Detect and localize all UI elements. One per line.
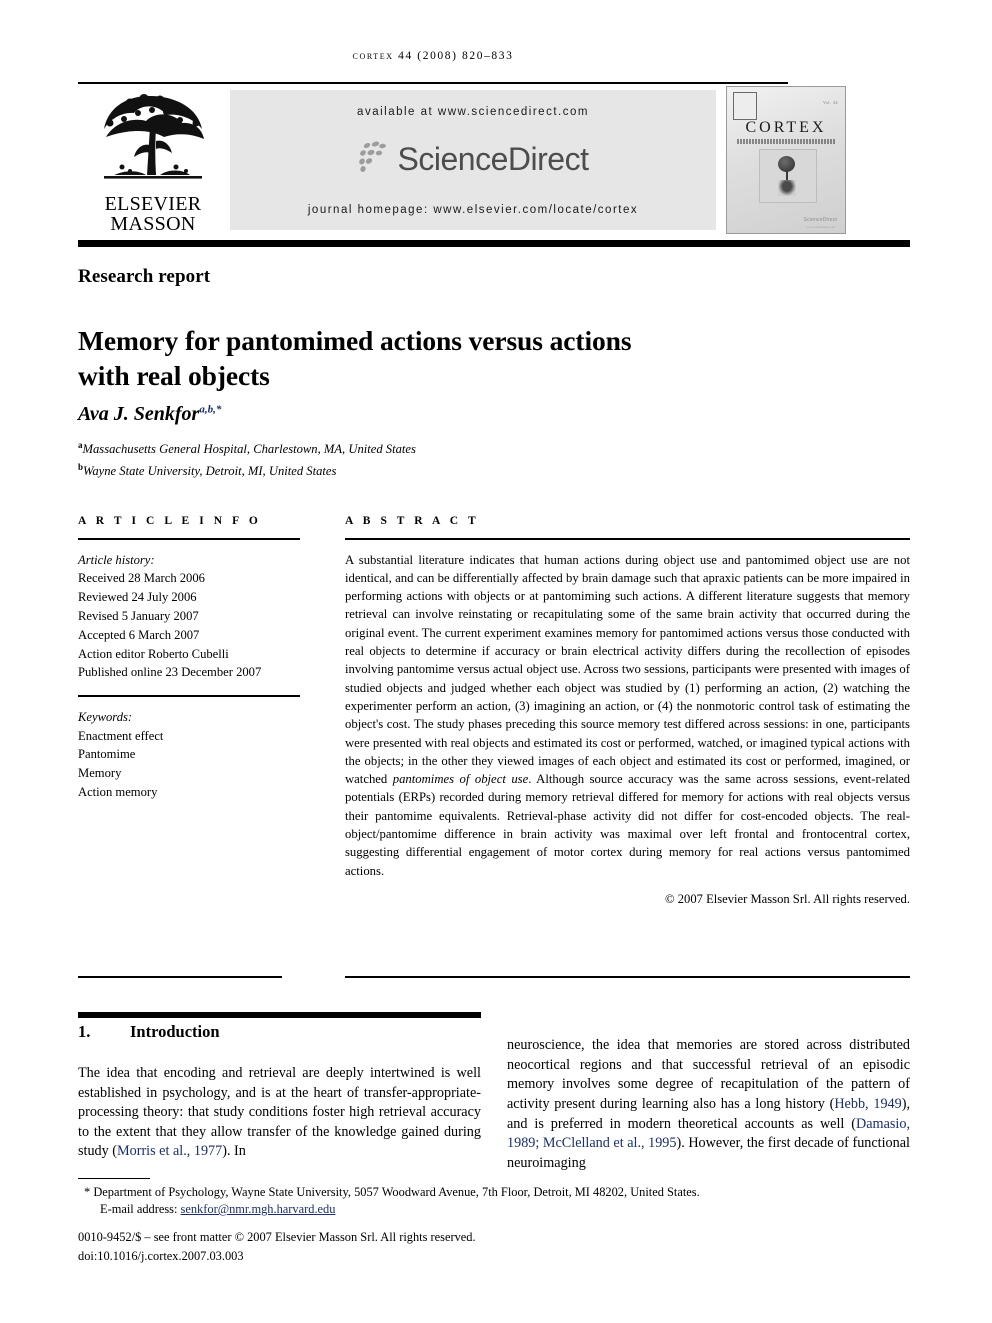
introduction-number: 1. bbox=[78, 1022, 91, 1041]
abstract-italic-phrase: pantomimes of object use bbox=[392, 772, 529, 787]
article-history-block: Article history: Received 28 March 2006 … bbox=[78, 551, 300, 683]
abstract-column: A B S T R A C T A substantial literature… bbox=[345, 515, 910, 907]
article-history-item: Published online 23 December 2007 bbox=[78, 665, 262, 680]
header-bottom-bar bbox=[78, 240, 910, 247]
corresponding-address-text: Department of Psychology, Wayne State Un… bbox=[93, 1185, 700, 1199]
body-column-right: neuroscience, the idea that memories are… bbox=[507, 1022, 910, 1188]
elsevier-tree-logo-icon bbox=[94, 89, 212, 193]
imprint-block: 0010-9452/$ – see front matter © 2007 El… bbox=[78, 1228, 476, 1266]
article-history-item: Reviewed 24 July 2006 bbox=[78, 590, 197, 605]
available-at-text: available at www.sciencedirect.com bbox=[357, 106, 589, 118]
introduction-heading: 1. Introduction bbox=[78, 1022, 481, 1042]
cover-journal-title: CORTEX bbox=[745, 119, 827, 136]
page-title: Memory for pantomimed actions versus act… bbox=[78, 325, 632, 392]
abstract-bottom-rule-left bbox=[78, 976, 282, 978]
article-info-column: A R T I C L E I N F O Article history: R… bbox=[78, 515, 300, 802]
journal-cover-thumbnail: Vol. 44 CORTEX ScienceDirect www.science… bbox=[726, 86, 846, 234]
citation-link[interactable]: Hebb, 1949 bbox=[834, 1096, 901, 1112]
corresponding-author-footnote: * Department of Psychology, Wayne State … bbox=[78, 1184, 910, 1218]
article-info-heading: A R T I C L E I N F O bbox=[78, 515, 262, 527]
abstract-rule bbox=[345, 538, 910, 540]
author-name-text: Ava J. Senkfor bbox=[78, 403, 200, 425]
cover-artwork-figure bbox=[778, 180, 796, 196]
article-history-item: Received 28 March 2006 bbox=[78, 571, 205, 586]
email-line: E-mail address: senkfor@nmr.mgh.harvard.… bbox=[78, 1201, 910, 1218]
journal-homepage-text: journal homepage: www.elsevier.com/locat… bbox=[307, 204, 639, 216]
sciencedirect-wordmark: ScienceDirect bbox=[397, 140, 589, 177]
sciencedirect-swoosh-icon bbox=[358, 140, 392, 179]
cover-elsevier-mark-icon bbox=[733, 92, 757, 120]
article-history-item: Action editor Roberto Cubelli bbox=[78, 646, 229, 661]
cover-artwork-knot bbox=[778, 156, 795, 172]
email-label: E-mail address: bbox=[100, 1202, 178, 1217]
cover-artwork bbox=[759, 149, 817, 203]
affiliation-item: bWayne State University, Detroit, MI, Un… bbox=[78, 459, 416, 481]
doi-line: doi:10.1016/j.cortex.2007.03.003 bbox=[78, 1249, 244, 1263]
introduction-paragraph-right: neuroscience, the idea that memories are… bbox=[507, 1036, 910, 1173]
article-info-rule bbox=[78, 538, 300, 540]
keyword-item: Pantomime bbox=[78, 747, 136, 762]
intro-left-part-2: ). In bbox=[222, 1143, 246, 1160]
elsevier-wordmark-line1: ELSEVIER bbox=[104, 193, 202, 215]
citation-link[interactable]: Morris et al., 1977 bbox=[117, 1143, 222, 1159]
abstract-part-2: . Although source accuracy was the same … bbox=[345, 772, 910, 878]
cover-sciencedirect-badge-sub: www.sciencedirect.com bbox=[806, 225, 835, 229]
email-link[interactable]: senkfor@nmr.mgh.harvard.edu bbox=[181, 1202, 336, 1216]
sciencedirect-logo: ScienceDirect bbox=[358, 140, 589, 179]
abstract-bottom-rule-right bbox=[345, 976, 910, 978]
article-history-label: Article history: bbox=[78, 552, 155, 567]
header-top-rule bbox=[78, 82, 788, 84]
journal-header: ELSEVIER MASSON available at www.science… bbox=[78, 86, 910, 234]
article-type-label: Research report bbox=[78, 266, 211, 287]
abstract-text: A substantial literature indicates that … bbox=[345, 551, 910, 880]
affiliation-text: Massachusetts General Hospital, Charlest… bbox=[82, 442, 416, 457]
footnote-rule bbox=[78, 1178, 150, 1180]
introduction-top-bar bbox=[78, 1012, 481, 1018]
elsevier-masson-logo: ELSEVIER MASSON bbox=[92, 88, 214, 234]
elsevier-wordmark-line2: MASSON bbox=[110, 213, 196, 235]
cover-tagline bbox=[737, 139, 835, 144]
keyword-item: Enactment effect bbox=[78, 728, 164, 743]
body-column-left: 1. Introduction The idea that encoding a… bbox=[78, 1022, 481, 1176]
author-affiliation-markers: a,b,* bbox=[199, 403, 222, 416]
affiliation-text: Wayne State University, Detroit, MI, Uni… bbox=[83, 463, 337, 478]
article-history-item: Accepted 6 March 2007 bbox=[78, 627, 200, 642]
issn-copyright-line: 0010-9452/$ – see front matter © 2007 El… bbox=[78, 1230, 476, 1244]
corresponding-marker: * bbox=[84, 1185, 91, 1199]
cover-issue-label: Vol. 44 bbox=[823, 100, 838, 105]
keyword-item: Action memory bbox=[78, 784, 158, 799]
abstract-part-1: A substantial literature indicates that … bbox=[345, 552, 910, 787]
abstract-copyright: © 2007 Elsevier Masson Srl. All rights r… bbox=[665, 891, 910, 906]
affiliation-item: aMassachusetts General Hospital, Charles… bbox=[78, 437, 416, 459]
corresponding-address-line: * Department of Psychology, Wayne State … bbox=[78, 1184, 910, 1201]
introduction-paragraph-left: The idea that encoding and retrieval are… bbox=[78, 1064, 481, 1162]
running-head: cortex 44 (2008) 820–833 bbox=[352, 50, 514, 62]
keyword-item: Memory bbox=[78, 766, 122, 781]
author-name: Ava J. Senkfora,b,* bbox=[78, 403, 221, 426]
sciencedirect-banner: available at www.sciencedirect.com Scien… bbox=[230, 90, 716, 230]
article-history-item: Revised 5 January 2007 bbox=[78, 608, 199, 623]
keywords-rule bbox=[78, 695, 300, 697]
abstract-heading: A B S T R A C T bbox=[345, 515, 480, 527]
introduction-heading-text: Introduction bbox=[130, 1022, 220, 1041]
affiliation-list: aMassachusetts General Hospital, Charles… bbox=[78, 437, 416, 480]
paper-page: cortex 44 (2008) 820–833 ELSEVIER MASSON… bbox=[0, 0, 992, 1323]
cover-sciencedirect-badge: ScienceDirect bbox=[803, 217, 837, 223]
keywords-block: Keywords: Enactment effect Pantomime Mem… bbox=[78, 708, 300, 802]
keywords-label: Keywords: bbox=[78, 709, 133, 724]
